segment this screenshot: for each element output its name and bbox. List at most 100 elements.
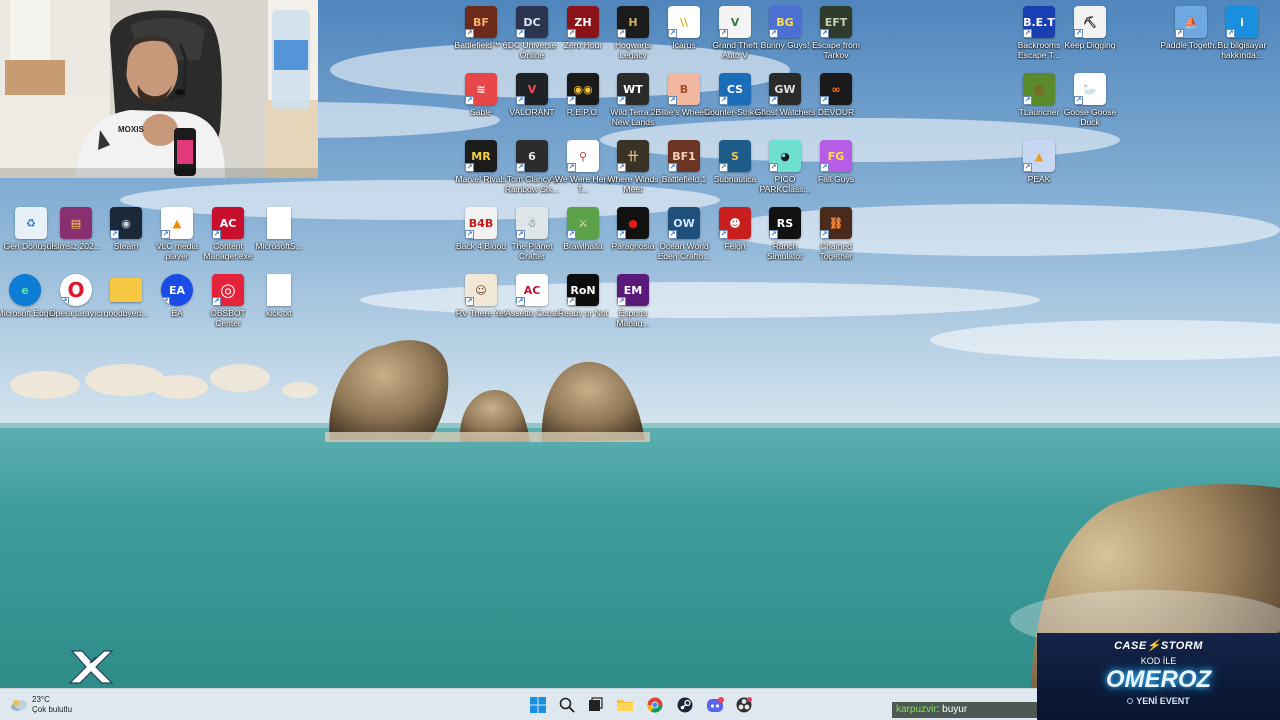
shortcut-arrow-icon: ↗	[617, 29, 626, 38]
shortcut-arrow-icon: ↗	[516, 29, 525, 38]
task-view-button[interactable]	[585, 695, 605, 715]
shortcut-arrow-icon: ↗	[719, 163, 728, 172]
ranch-simulator-icon: RS ↗	[769, 207, 801, 239]
desktop-icon-label: Escape from Tarkov	[812, 40, 860, 60]
shortcut-arrow-icon: ↗	[1226, 29, 1235, 38]
desktop-icon-peak[interactable]: ▲ ↗ PEAK	[1008, 136, 1070, 198]
repo-icon: ◉◉ ↗	[567, 73, 599, 105]
backrooms-escape-icon: B.E.T ↗	[1023, 6, 1055, 38]
shortcut-arrow-icon: ↗	[820, 163, 829, 172]
shortcut-arrow-icon: ↗	[668, 96, 677, 105]
shortcut-arrow-icon: ↗	[161, 297, 170, 306]
opera-icon: O ↗	[60, 274, 92, 306]
shortcut-arrow-icon: ↗	[820, 29, 829, 38]
discord-icon	[707, 697, 724, 712]
shortcut-arrow-icon: ↗	[465, 230, 474, 239]
svg-text:MOXIS: MOXIS	[118, 125, 144, 134]
sable-icon: ≋ ↗	[465, 73, 497, 105]
pico-park-icon: ◕ ↗	[769, 140, 801, 172]
desktop-icon-label: Chained Together	[819, 241, 853, 261]
desktop-icon-microsoft-file[interactable]: MicrosoftS...	[248, 203, 310, 265]
paddle-together-icon: ⛵ ↗	[1175, 6, 1207, 38]
shortcut-arrow-icon: ↗	[769, 96, 778, 105]
steam-button[interactable]	[675, 695, 695, 715]
bunny-guys-icon: BG ↗	[769, 6, 801, 38]
shortcut-arrow-icon: ↗	[465, 29, 474, 38]
shortcut-arrow-icon: ↗	[617, 297, 626, 306]
counter-strike-2-icon: CS ↗	[719, 73, 751, 105]
shortcut-arrow-icon: ↗	[617, 230, 626, 239]
shortcut-arrow-icon: ↗	[567, 96, 576, 105]
shortcut-arrow-icon: ↗	[668, 230, 677, 239]
desktop-icon-about-this-pc[interactable]: i ↗ Bu bilgisayar hakkında...	[1211, 2, 1273, 64]
rainbow-six-icon: 6 ↗	[516, 140, 548, 172]
chrome-button[interactable]	[645, 695, 665, 715]
folder-icon	[617, 700, 633, 711]
shortcut-arrow-icon: ↗	[60, 297, 69, 306]
desktop-icon-label: Bu bilgisayar hakkında...	[1217, 40, 1267, 60]
obs-button[interactable]	[734, 695, 754, 715]
desktop-icon-label: Esports Manag...	[616, 308, 650, 328]
desktop-icon-keep-digging[interactable]: ⛏ ↗ Keep Digging	[1059, 2, 1121, 64]
desktop-icon-esports-manager[interactable]: EM ↗ Esports Manag...	[602, 270, 664, 332]
promo-code: OMEROZ	[1105, 666, 1212, 693]
shortcut-arrow-icon: ↗	[212, 297, 221, 306]
discord-button[interactable]	[705, 695, 725, 715]
desktop-icon-escape-from-tarkov[interactable]: EFT ↗ Escape from Tarkov	[805, 2, 867, 64]
feign-icon: ☻ ↗	[719, 207, 751, 239]
desktop-icon-goose-goose-duck[interactable]: 🦢 ↗ Goose Goose Duck	[1059, 69, 1121, 131]
shortcut-arrow-icon: ↗	[668, 29, 677, 38]
shortcut-arrow-icon: ↗	[212, 230, 221, 239]
desktop-icon-chained-together[interactable]: ⛓ ↗ Chained Together	[805, 203, 867, 265]
search-icon	[559, 697, 575, 713]
devour-icon: ∞ ↗	[820, 73, 852, 105]
weather-widget[interactable]: 23°C Çok bulutlu	[10, 693, 72, 717]
shortcut-arrow-icon: ↗	[719, 96, 728, 105]
chat-username: karpuzvir	[896, 704, 937, 715]
webcam-overlay: MOXIS	[0, 0, 318, 178]
desktop-icon-kick-txt[interactable]: kick.txt	[248, 270, 310, 332]
ghost-watchers-icon: GW ↗	[769, 73, 801, 105]
desktop-icon-label: PEAK	[1027, 174, 1051, 184]
folder-icon	[110, 278, 142, 302]
search-button[interactable]	[557, 695, 577, 715]
file-explorer-button[interactable]	[615, 695, 635, 715]
promo-event: YENİ EVENT	[1037, 696, 1280, 706]
billies-wheelie-icon: B ↗	[668, 73, 700, 105]
shortcut-arrow-icon: ↗	[617, 96, 626, 105]
shortcut-arrow-icon: ↗	[567, 163, 576, 172]
peak-icon: ▲ ↗	[1023, 140, 1055, 172]
gta-v-icon: V ↗	[719, 6, 751, 38]
desktop-icon-fall-guys[interactable]: FG ↗ Fall Guys	[805, 136, 867, 198]
shortcut-arrow-icon: ↗	[1074, 96, 1083, 105]
fall-guys-icon: FG ↗	[820, 140, 852, 172]
shortcut-arrow-icon: ↗	[516, 297, 525, 306]
rv-there-yet-icon: ☺ ↗	[465, 274, 497, 306]
shortcut-arrow-icon: ↗	[110, 230, 119, 239]
webcam-feed: MOXIS	[0, 0, 318, 178]
shortcut-arrow-icon: ↗	[516, 230, 525, 239]
shortcut-arrow-icon: ↗	[668, 163, 677, 172]
content-manager-icon: AC ↗	[212, 207, 244, 239]
desktop-icon-devour[interactable]: ∞ ↗ DEVOUR	[805, 69, 867, 131]
shortcut-arrow-icon: ↗	[769, 163, 778, 172]
back-4-blood-icon: B4B ↗	[465, 207, 497, 239]
desktop-icon-label: Goose Goose Duck	[1063, 107, 1117, 127]
stream-chat-message: karpuzvir: buyur	[892, 702, 1037, 718]
escape-from-tarkov-icon: EFT ↗	[820, 6, 852, 38]
weather-description: Çok bulutlu	[32, 705, 73, 714]
windows-start-button[interactable]	[528, 695, 548, 715]
chained-together-icon: ⛓ ↗	[820, 207, 852, 239]
hogwarts-legacy-icon: H ↗	[617, 6, 649, 38]
where-winds-meet-icon: 卄 ↗	[617, 140, 649, 172]
desktop-icon-label: DEVOUR	[817, 107, 855, 117]
shortcut-arrow-icon: ↗	[1175, 29, 1184, 38]
desktop-icon-label: MicrosoftS...	[255, 241, 303, 251]
shortcut-arrow-icon: ↗	[1074, 29, 1083, 38]
shortcut-arrow-icon: ↗	[820, 96, 829, 105]
shortcut-arrow-icon: ↗	[465, 297, 474, 306]
battlefield-6-icon: BF ↗	[465, 6, 497, 38]
dc-universe-online-icon: DC ↗	[516, 6, 548, 38]
shortcut-arrow-icon: ↗	[567, 297, 576, 306]
task-view-icon	[589, 697, 603, 711]
